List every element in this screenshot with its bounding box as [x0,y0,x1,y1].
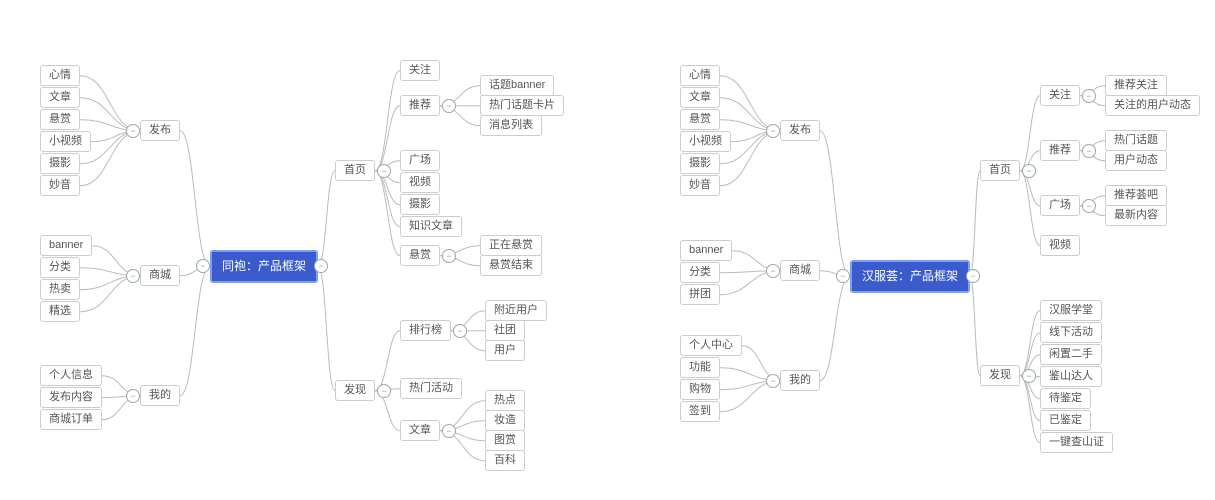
subnode: 排行榜 [400,320,451,341]
leaf: 发布内容 [40,387,102,408]
leaf: 妙音 [680,175,720,196]
leaf: 悬赏 [40,109,80,130]
leaf: 话题banner [480,75,554,96]
leaf: 汉服学堂 [1040,300,1102,321]
leaf: 正在悬赏 [480,235,542,256]
subnode: 广场 [400,150,440,171]
leaf: 心情 [40,65,80,86]
leaf: 个人信息 [40,365,102,386]
leaf: 小视频 [40,131,91,152]
subnode: 知识文章 [400,216,462,237]
leaf: 悬赏 [680,109,720,130]
branch: 我的 [780,370,820,391]
collapse-toggle[interactable]: − [377,164,391,178]
leaf: 热卖 [40,279,80,300]
branch: 发布 [140,120,180,141]
subnode: 推荐 [400,95,440,116]
collapse-toggle[interactable]: − [766,124,780,138]
leaf: 线下活动 [1040,322,1102,343]
subnode: 关注 [1040,85,1080,106]
leaf: 妙音 [40,175,80,196]
leaf: 已鉴定 [1040,410,1091,431]
collapse-toggle[interactable]: − [442,424,456,438]
branch: 首页 [335,160,375,181]
leaf: 消息列表 [480,115,542,136]
collapse-toggle[interactable]: − [1082,199,1096,213]
leaf: 分类 [680,262,720,283]
collapse-toggle[interactable]: − [453,324,467,338]
leaf: 热门话题卡片 [480,95,564,116]
collapse-toggle[interactable]: − [442,99,456,113]
leaf: 社团 [485,320,525,341]
leaf: 个人中心 [680,335,742,356]
leaf: 热点 [485,390,525,411]
collapse-toggle[interactable]: − [126,124,140,138]
leaf: 精选 [40,301,80,322]
leaf: 百科 [485,450,525,471]
subnode: 悬赏 [400,245,440,266]
leaf: 推荐关注 [1105,75,1167,96]
branch: 我的 [140,385,180,406]
branch: 商城 [780,260,820,281]
collapse-toggle[interactable]: − [966,269,980,283]
leaf: 分类 [40,257,80,278]
leaf: 闲置二手 [1040,344,1102,365]
subnode: 关注 [400,60,440,81]
leaf: 用户 [485,340,525,361]
leaf: 一键查山证 [1040,432,1113,453]
subnode: 热门活动 [400,378,462,399]
subnode: 摄影 [400,194,440,215]
collapse-toggle[interactable]: − [766,264,780,278]
leaf: 鉴山达人 [1040,366,1102,387]
leaf: 图赏 [485,430,525,451]
leaf: banner [680,240,732,261]
collapse-toggle[interactable]: − [1022,369,1036,383]
leaf: 购物 [680,379,720,400]
collapse-toggle[interactable]: − [1082,89,1096,103]
leaf: 悬赏结束 [480,255,542,276]
leaf: 商城订单 [40,409,102,430]
collapse-toggle[interactable]: − [126,269,140,283]
root-node: 汉服荟：产品框架 [850,260,970,293]
collapse-toggle[interactable]: − [314,259,328,273]
collapse-toggle[interactable]: − [377,384,391,398]
leaf: 摄影 [40,153,80,174]
collapse-toggle[interactable]: − [442,249,456,263]
subnode: 推荐 [1040,140,1080,161]
leaf: 用户动态 [1105,150,1167,171]
leaf: 心情 [680,65,720,86]
leaf: 文章 [40,87,80,108]
branch: 发现 [335,380,375,401]
leaf: 拼团 [680,284,720,305]
leaf: 关注的用户动态 [1105,95,1200,116]
branch: 发现 [980,365,1020,386]
branch: 商城 [140,265,180,286]
leaf: 签到 [680,401,720,422]
connectors [0,0,1215,500]
leaf: 待鉴定 [1040,388,1091,409]
subnode: 文章 [400,420,440,441]
collapse-toggle[interactable]: − [766,374,780,388]
leaf: banner [40,235,92,256]
subnode: 视频 [400,172,440,193]
collapse-toggle[interactable]: − [126,389,140,403]
collapse-toggle[interactable]: − [836,269,850,283]
collapse-toggle[interactable]: − [1082,144,1096,158]
collapse-toggle[interactable]: − [1022,164,1036,178]
leaf: 文章 [680,87,720,108]
leaf: 小视频 [680,131,731,152]
branch: 发布 [780,120,820,141]
collapse-toggle[interactable]: − [196,259,210,273]
leaf: 推荐荟吧 [1105,185,1167,206]
leaf: 功能 [680,357,720,378]
leaf: 附近用户 [485,300,547,321]
subnode: 广场 [1040,195,1080,216]
leaf: 摄影 [680,153,720,174]
root-node: 同袍：产品框架 [210,250,318,283]
leaf: 妆造 [485,410,525,431]
leaf: 最新内容 [1105,205,1167,226]
branch: 首页 [980,160,1020,181]
leaf: 热门话题 [1105,130,1167,151]
subnode: 视频 [1040,235,1080,256]
